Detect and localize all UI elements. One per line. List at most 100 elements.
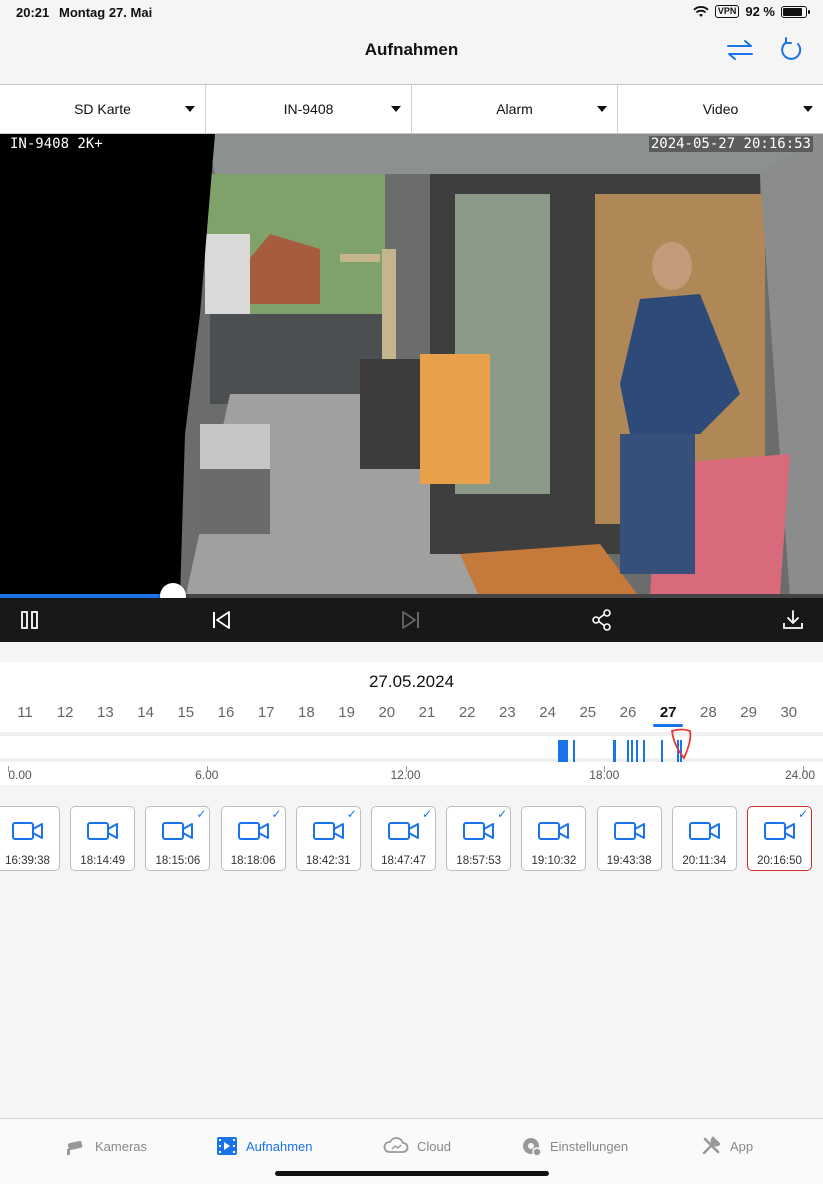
clip-time: 18:57:53: [456, 855, 502, 867]
filter-storage[interactable]: SD Karte: [0, 85, 206, 133]
day-18[interactable]: 29: [734, 704, 764, 721]
clip-item[interactable]: 18:57:53 ✓: [446, 806, 512, 871]
clip-item[interactable]: 19:43:38: [596, 806, 662, 871]
vpn-badge: VPN: [714, 5, 740, 18]
video-camera-icon: [312, 822, 344, 840]
clip-item[interactable]: 16:39:38: [0, 806, 60, 871]
day-3[interactable]: 14: [131, 704, 161, 721]
day-10[interactable]: 21: [412, 704, 442, 721]
wifi-icon: [693, 5, 709, 17]
clip-item[interactable]: 20:16:50 ✓: [747, 806, 812, 871]
tab-aufnahmen[interactable]: Aufnahmen: [216, 1133, 313, 1159]
clip-item[interactable]: 18:47:47 ✓: [371, 806, 436, 871]
tab-label: Kameras: [95, 1138, 148, 1154]
event-timeline[interactable]: [0, 732, 823, 762]
video-camera-icon: [538, 822, 570, 840]
clip-item[interactable]: 18:14:49: [70, 806, 136, 871]
share-icon[interactable]: [589, 607, 615, 633]
timeline-event[interactable]: [643, 740, 645, 762]
video-player[interactable]: IN-9408 2K+ 2024-05-27 20:16:53: [0, 134, 823, 598]
clip-item[interactable]: 19:10:32: [521, 806, 587, 871]
video-camera-icon: [388, 822, 419, 840]
tab-einstellungen[interactable]: Einstellungen: [520, 1133, 628, 1159]
battery-icon: [781, 5, 810, 18]
camera-icon: [67, 1140, 83, 1155]
day-19[interactable]: 30: [774, 704, 804, 721]
day-8[interactable]: 19: [332, 704, 362, 721]
swap-arrows-icon[interactable]: [724, 36, 756, 64]
hour-label: 6.00: [195, 768, 219, 782]
day-7[interactable]: 18: [291, 704, 321, 721]
day-13[interactable]: 24: [533, 704, 563, 721]
checkmark-icon: ✓: [797, 807, 808, 821]
clip-item[interactable]: 20:11:34: [671, 806, 737, 871]
filter-label: IN-9408: [283, 101, 334, 117]
timeline-event[interactable]: [635, 740, 638, 762]
day-0[interactable]: 11: [10, 704, 40, 721]
day-17[interactable]: 28: [693, 704, 723, 721]
previous-icon[interactable]: [208, 607, 234, 633]
next-icon[interactable]: [398, 607, 424, 633]
camera-osd-label: IN-9408 2K+: [10, 136, 103, 152]
status-bar: 20:21 Montag 27. Mai VPN 92 %: [0, 0, 823, 24]
hour-label: 24.00: [784, 768, 816, 782]
clip-time: 20:11:34: [682, 855, 727, 867]
video-camera-icon: [12, 822, 43, 840]
selected-date: 27.05.2024: [368, 672, 455, 691]
day-12[interactable]: 23: [492, 704, 522, 721]
hour-label: 0.00: [8, 768, 32, 782]
clip-item[interactable]: 18:42:31 ✓: [295, 806, 361, 871]
timeline-event[interactable]: [627, 740, 630, 762]
video-timestamp: 2024-05-27 20:16:53: [648, 136, 813, 152]
status-right: VPN 92 %: [693, 4, 810, 19]
video-camera-icon: [463, 822, 495, 840]
refresh-icon[interactable]: [776, 36, 808, 64]
video-camera-icon: [87, 822, 119, 840]
clip-time: 18:15:06: [155, 855, 201, 867]
day-9[interactable]: 20: [372, 704, 402, 721]
caret-down-icon: [391, 106, 401, 112]
tab-app[interactable]: App: [700, 1133, 753, 1159]
day-11[interactable]: 22: [452, 704, 482, 721]
filter-label: Video: [702, 101, 739, 117]
clip-item[interactable]: 18:18:06 ✓: [220, 806, 286, 871]
page-title: Aufnahmen: [364, 40, 459, 59]
checkmark-icon: ✓: [196, 807, 207, 821]
timeline-event[interactable]: [614, 740, 617, 762]
tab-label: Einstellungen: [550, 1138, 629, 1154]
clip-time: 16:39:38: [5, 855, 50, 867]
day-1[interactable]: 12: [50, 704, 80, 721]
active-day-indicator: [653, 724, 684, 727]
filter-event-type[interactable]: Alarm: [412, 85, 618, 133]
timeline-event[interactable]: [630, 740, 633, 762]
day-2[interactable]: 13: [90, 704, 120, 721]
day-strip: 11 12 13 14 15 16 17 18 19 20 21 22 23 24 25 26 27 28 29 30…: [0, 704, 823, 726]
timeline-event[interactable]: [572, 740, 575, 762]
navigation-bar: Aufnahmen: [0, 24, 823, 84]
timeline-event[interactable]: [661, 740, 664, 762]
timeline-event[interactable]: [561, 740, 564, 762]
checkmark-icon: ✓: [271, 807, 282, 821]
clip-time: 18:18:06: [230, 855, 276, 867]
cloud-icon: [383, 1137, 409, 1153]
gear-icon: [523, 1138, 542, 1157]
checkmark-icon: ✓: [346, 807, 357, 821]
day-6[interactable]: 17: [251, 704, 281, 721]
day-20[interactable]: 3: [814, 704, 823, 721]
filter-camera[interactable]: IN-9408: [206, 85, 412, 133]
pause-icon[interactable]: [17, 607, 43, 633]
day-5[interactable]: 16: [211, 704, 241, 721]
filter-media-type[interactable]: Video: [618, 85, 823, 133]
filter-label: SD Karte: [74, 101, 131, 117]
video-camera-icon: [237, 822, 269, 840]
tab-label: Aufnahmen: [246, 1138, 313, 1154]
clip-item[interactable]: 18:15:06 ✓: [145, 806, 211, 871]
day-16[interactable]: 27: [653, 704, 683, 721]
clip-time: 19:10:32: [531, 855, 577, 867]
tab-kameras[interactable]: Kameras: [65, 1133, 147, 1159]
day-14[interactable]: 25: [573, 704, 603, 721]
day-4[interactable]: 15: [171, 704, 201, 721]
day-15[interactable]: 26: [613, 704, 643, 721]
download-icon[interactable]: [780, 607, 806, 633]
tab-cloud[interactable]: Cloud: [383, 1133, 451, 1159]
